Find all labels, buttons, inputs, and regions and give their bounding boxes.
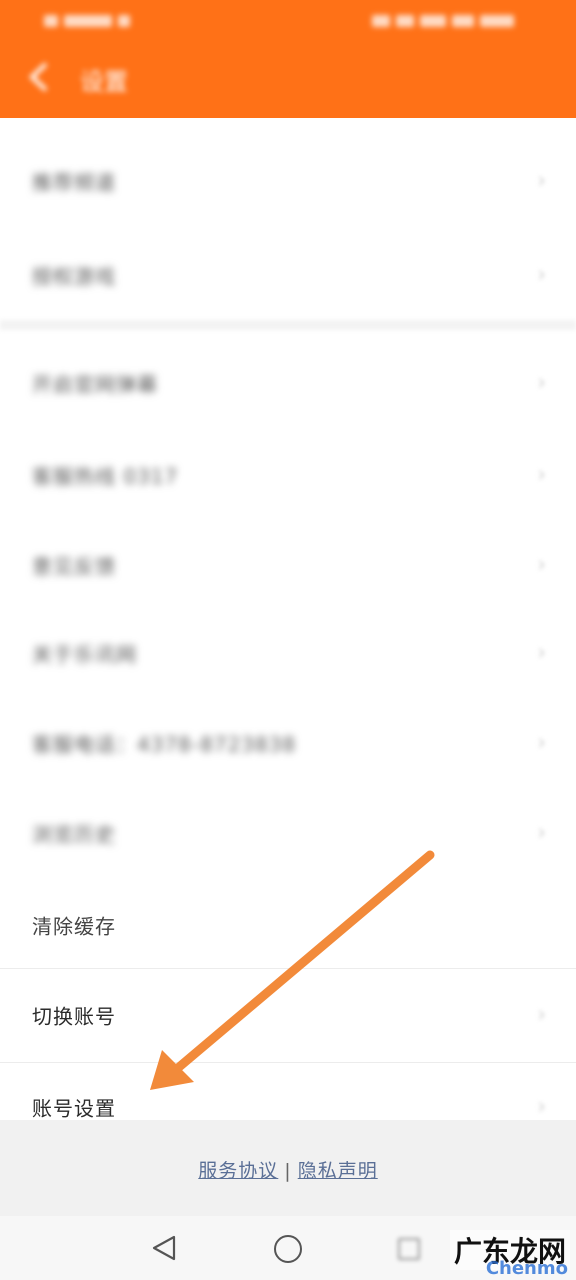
switch-account-item[interactable]: 切换账号 › bbox=[0, 970, 576, 1060]
settings-item-label: 客服热线 0317 bbox=[32, 464, 179, 489]
footer: 服务协议 | 隐私声明 bbox=[0, 1120, 576, 1216]
settings-item-6[interactable]: 关于乐讯网 › bbox=[0, 608, 576, 698]
settings-item-4[interactable]: 客服热线 0317 › bbox=[0, 430, 576, 520]
chevron-right-icon: › bbox=[537, 168, 546, 194]
status-left-icons bbox=[44, 10, 154, 28]
status-bar bbox=[0, 0, 576, 40]
settings-item-5[interactable]: 意见反馈 › bbox=[0, 520, 576, 610]
settings-item-1[interactable]: 推荐频道 › bbox=[0, 136, 576, 226]
account-settings-label: 账号设置 bbox=[32, 1096, 116, 1121]
settings-item-label: 客服电话：4378-8723838 bbox=[32, 732, 297, 757]
settings-item-7[interactable]: 客服电话：4378-8723838 › bbox=[0, 698, 576, 788]
chevron-right-icon: › bbox=[537, 370, 546, 396]
watermark-sub: Chenmo bbox=[485, 1258, 568, 1279]
footer-links: 服务协议 | 隐私声明 bbox=[0, 1156, 576, 1183]
clear-cache-label: 清除缓存 bbox=[32, 914, 116, 939]
chevron-right-icon: › bbox=[537, 820, 546, 846]
chevron-right-icon: › bbox=[537, 640, 546, 666]
settings-item-label: 推荐频道 bbox=[32, 170, 116, 195]
chevron-right-icon: › bbox=[537, 730, 546, 756]
nav-recent-icon[interactable] bbox=[398, 1238, 420, 1260]
service-agreement-link[interactable]: 服务协议 bbox=[198, 1160, 278, 1182]
settings-item-label: 浏览历史 bbox=[32, 822, 116, 847]
switch-account-label: 切换账号 bbox=[32, 1004, 116, 1029]
chevron-right-icon: › bbox=[537, 262, 546, 288]
section-divider bbox=[0, 320, 576, 330]
nav-home-icon[interactable] bbox=[274, 1235, 302, 1263]
nav-back-icon[interactable] bbox=[150, 1234, 178, 1266]
row-divider bbox=[0, 968, 576, 969]
link-separator: | bbox=[284, 1160, 292, 1182]
status-right-icons bbox=[366, 10, 526, 28]
settings-item-label: 关于乐讯网 bbox=[32, 642, 137, 667]
settings-item-label: 开启官网弹幕 bbox=[32, 372, 158, 397]
back-arrow-icon[interactable] bbox=[26, 60, 56, 94]
chevron-right-icon: › bbox=[537, 462, 546, 488]
page-title: 设置 bbox=[80, 68, 128, 96]
settings-list: 推荐频道 › 授权游戏 › 开启官网弹幕 › 客服热线 0317 › 意见反馈 … bbox=[0, 118, 576, 1121]
privacy-statement-link[interactable]: 隐私声明 bbox=[298, 1160, 378, 1182]
settings-item-3[interactable]: 开启官网弹幕 › bbox=[0, 338, 576, 428]
settings-item-label: 意见反馈 bbox=[32, 554, 116, 579]
clear-cache-item[interactable]: 清除缓存 bbox=[0, 880, 576, 970]
chevron-right-icon: › bbox=[537, 1094, 546, 1120]
chevron-right-icon: › bbox=[537, 552, 546, 578]
settings-item-label: 授权游戏 bbox=[32, 264, 116, 289]
settings-item-8[interactable]: 浏览历史 › bbox=[0, 788, 576, 878]
chevron-right-icon: › bbox=[537, 1002, 546, 1028]
app-header: 设置 bbox=[0, 40, 576, 118]
settings-item-2[interactable]: 授权游戏 › bbox=[0, 230, 576, 320]
